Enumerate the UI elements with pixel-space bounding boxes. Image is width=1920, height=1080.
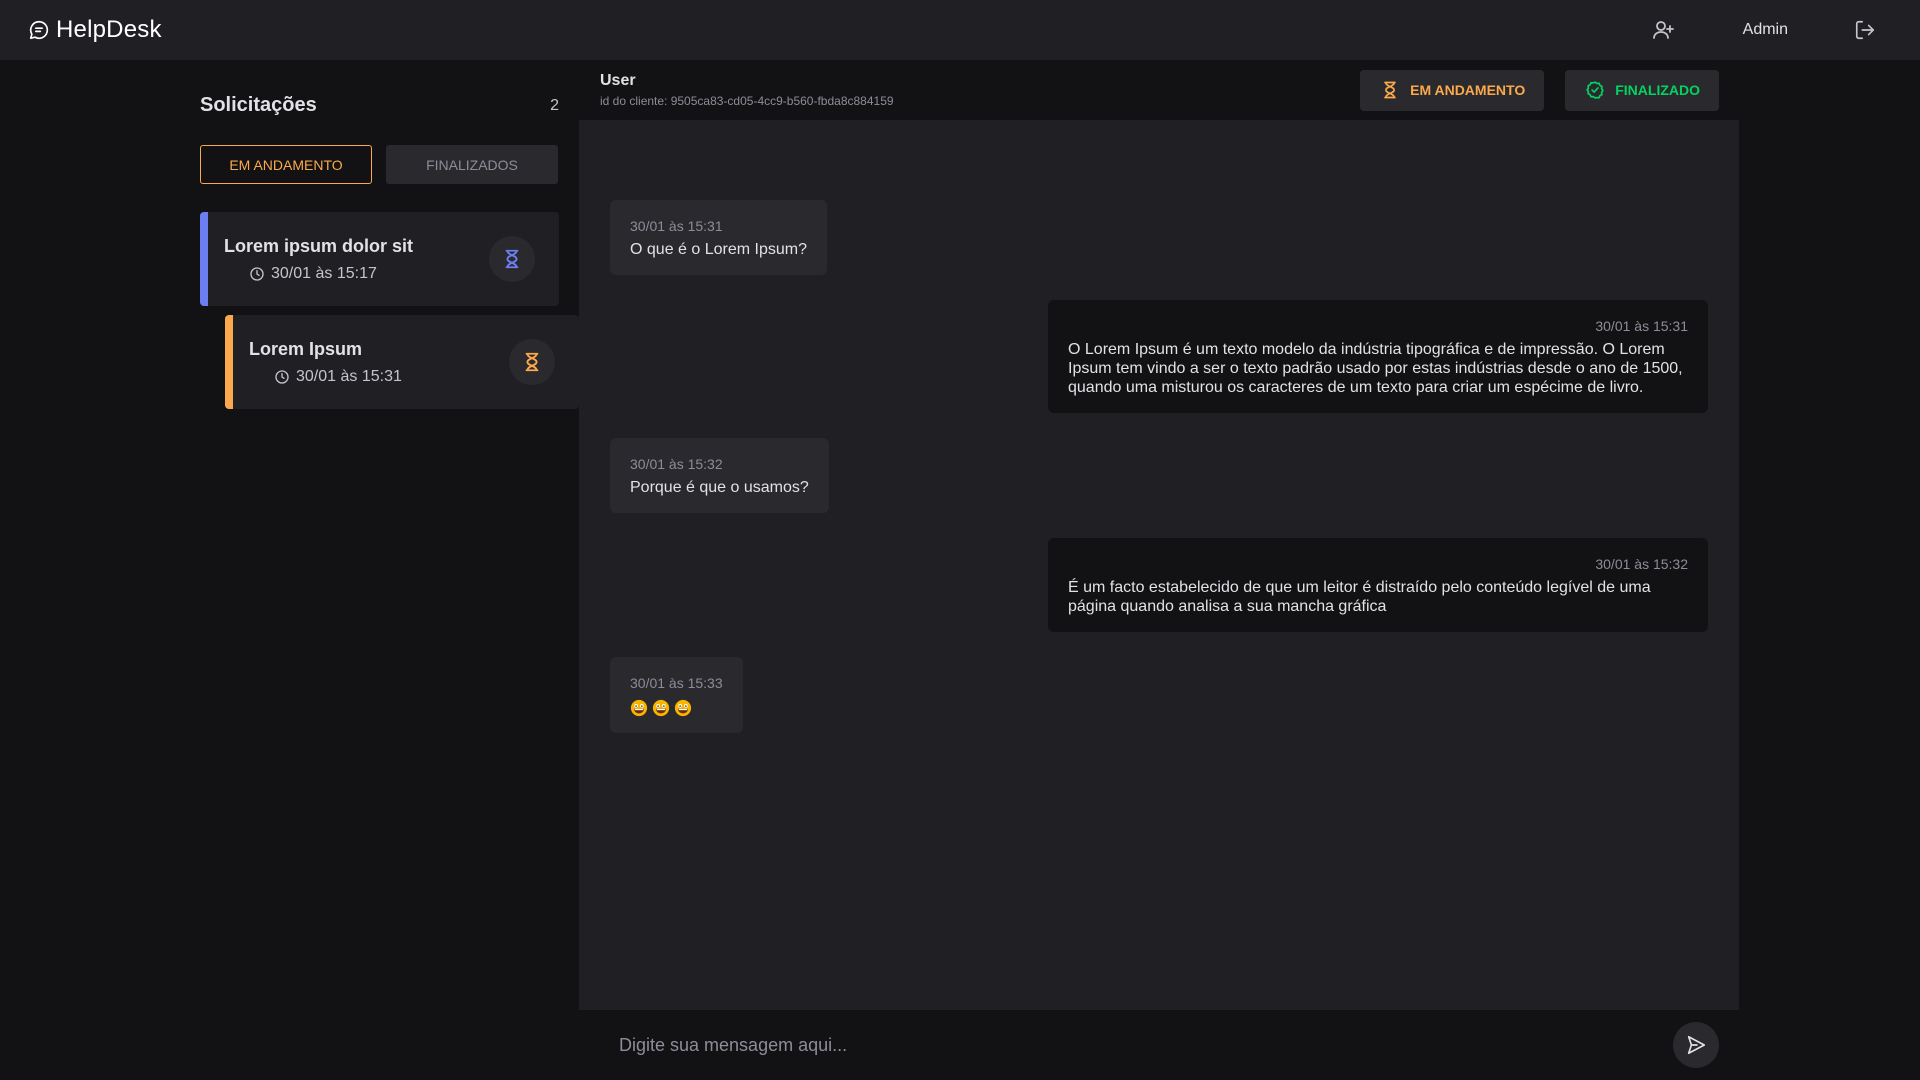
send-button[interactable] [1673,1022,1719,1068]
send-icon [1685,1034,1707,1056]
hourglass-icon [489,236,535,282]
message-text: É um facto estabelecido de que um leitor… [1068,579,1651,615]
message-input[interactable] [619,1034,1673,1056]
message-text: Porque é que o usamos? [630,479,809,496]
tickets-count: 2 [550,96,559,114]
hourglass-icon [509,339,555,385]
sidebar-title: Solicitações [200,94,317,116]
message-time: 30/01 às 15:31 [1595,318,1688,334]
message-time: 30/01 às 15:33 [630,675,723,691]
check-circle-icon [1585,80,1605,100]
clock-icon [274,369,290,385]
ticket-status-bar [200,212,208,306]
filter-tabs: EM ANDAMENTO FINALIZADOS [200,145,559,184]
grinning-emoji-icon [652,699,670,717]
ticket-time: 30/01 às 15:31 [296,367,402,385]
message-incoming: 30/01 às 15:31 O que é o Lorem Ipsum? [610,200,827,275]
message-text: O Lorem Ipsum é um texto modelo da indús… [1068,341,1683,396]
message-emojis [630,699,723,717]
clock-icon [249,266,265,282]
message-time: 30/01 às 15:32 [1595,556,1688,572]
add-user-icon[interactable] [1649,16,1677,44]
brand[interactable]: HelpDesk [28,16,162,44]
message-outgoing: 30/01 às 15:32 É um facto estabelecido d… [1048,538,1708,632]
ticket-title: Lorem ipsum dolor sit [224,235,414,256]
chat-bubble-icon [28,19,50,41]
message-time: 30/01 às 15:31 [630,218,723,234]
message-composer [579,1010,1739,1080]
client-id: id do cliente: 9505ca83-cd05-4cc9-b560-f… [600,94,894,108]
message-time: 30/01 às 15:32 [630,456,723,472]
message-text: O que é o Lorem Ipsum? [630,241,807,258]
grinning-emoji-icon [674,699,692,717]
current-user-name: Admin [1742,21,1788,38]
hourglass-icon [1380,80,1400,100]
ticket-time: 30/01 às 15:17 [271,264,377,282]
grinning-emoji-icon [630,699,648,717]
filter-in-progress-button[interactable]: EM ANDAMENTO [200,145,372,184]
ticket-title: Lorem Ipsum [249,338,363,359]
chat-header: User id do cliente: 9505ca83-cd05-4cc9-b… [579,60,1739,120]
message-outgoing: 30/01 às 15:31 O Lorem Ipsum é um texto … [1048,300,1708,413]
logout-icon[interactable] [1852,17,1878,43]
ticket-item[interactable]: Lorem ipsum dolor sit 30/01 às 15:17 [200,212,559,306]
filter-finished-button[interactable]: FINALIZADOS [386,145,558,184]
sidebar-header: Solicitações 2 [200,94,559,117]
message-incoming: 30/01 às 15:33 [610,657,743,733]
tickets-sidebar: Solicitações 2 EM ANDAMENTO FINALIZADOS … [200,60,579,1080]
ticket-status-bar [225,315,233,409]
top-bar: HelpDesk Admin [0,0,1920,60]
mark-finished-label: FINALIZADO [1615,82,1700,98]
mark-in-progress-label: EM ANDAMENTO [1410,82,1526,98]
chat-user-name: User [600,72,636,89]
brand-name: HelpDesk [56,16,162,43]
mark-in-progress-button[interactable]: EM ANDAMENTO [1360,69,1545,111]
chat-panel: User id do cliente: 9505ca83-cd05-4cc9-b… [579,60,1739,1080]
message-incoming: 30/01 às 15:32 Porque é que o usamos? [610,438,829,513]
ticket-item[interactable]: Lorem Ipsum 30/01 às 15:31 [225,315,579,409]
mark-finished-button[interactable]: FINALIZADO [1565,69,1719,111]
